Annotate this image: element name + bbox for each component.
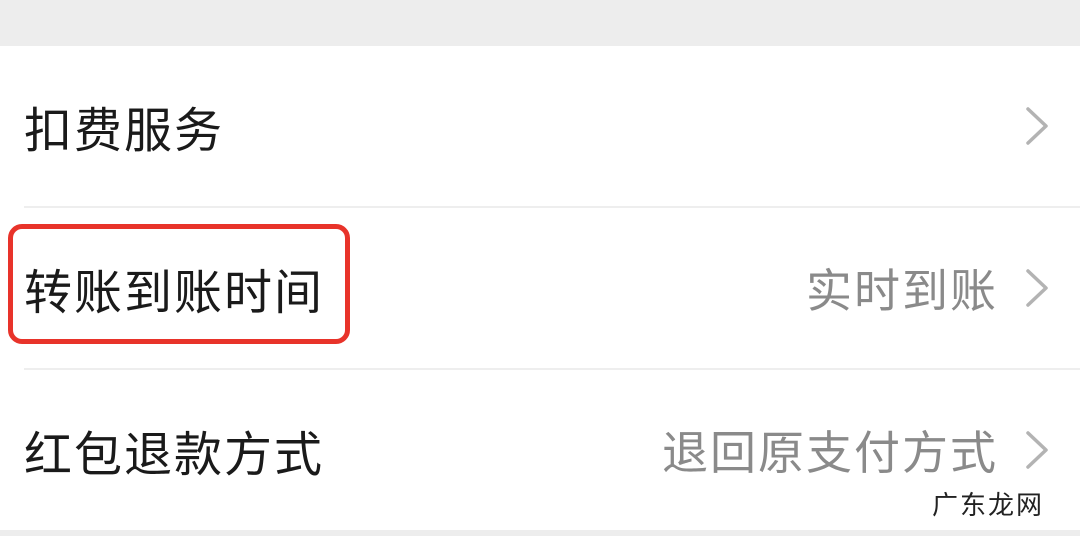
row-value-red-packet-refund-method: 退回原支付方式 bbox=[662, 426, 998, 480]
screen: 扣费服务 转账到账时间 实时到账 红包退款方式 退回原支付方式 广东龙网 bbox=[0, 0, 1080, 536]
row-label-red-packet-refund-method: 红包退款方式 bbox=[24, 427, 325, 483]
settings-row-red-packet-refund-method[interactable]: 红包退款方式 退回原支付方式 bbox=[0, 370, 1080, 530]
row-value-transfer-arrival-time: 实时到账 bbox=[806, 264, 998, 318]
watermark: 广东龙网 bbox=[931, 491, 1044, 521]
settings-row-deduction-service[interactable]: 扣费服务 bbox=[0, 46, 1080, 206]
settings-row-transfer-arrival-time[interactable]: 转账到账时间 实时到账 bbox=[0, 208, 1080, 368]
chevron-right-icon bbox=[1026, 107, 1048, 145]
row-label-deduction-service: 扣费服务 bbox=[24, 103, 225, 159]
settings-list: 扣费服务 转账到账时间 实时到账 红包退款方式 退回原支付方式 bbox=[0, 46, 1080, 530]
chevron-right-icon bbox=[1026, 269, 1048, 307]
row-label-transfer-arrival-time: 转账到账时间 bbox=[24, 265, 325, 321]
chevron-right-icon bbox=[1026, 431, 1048, 469]
